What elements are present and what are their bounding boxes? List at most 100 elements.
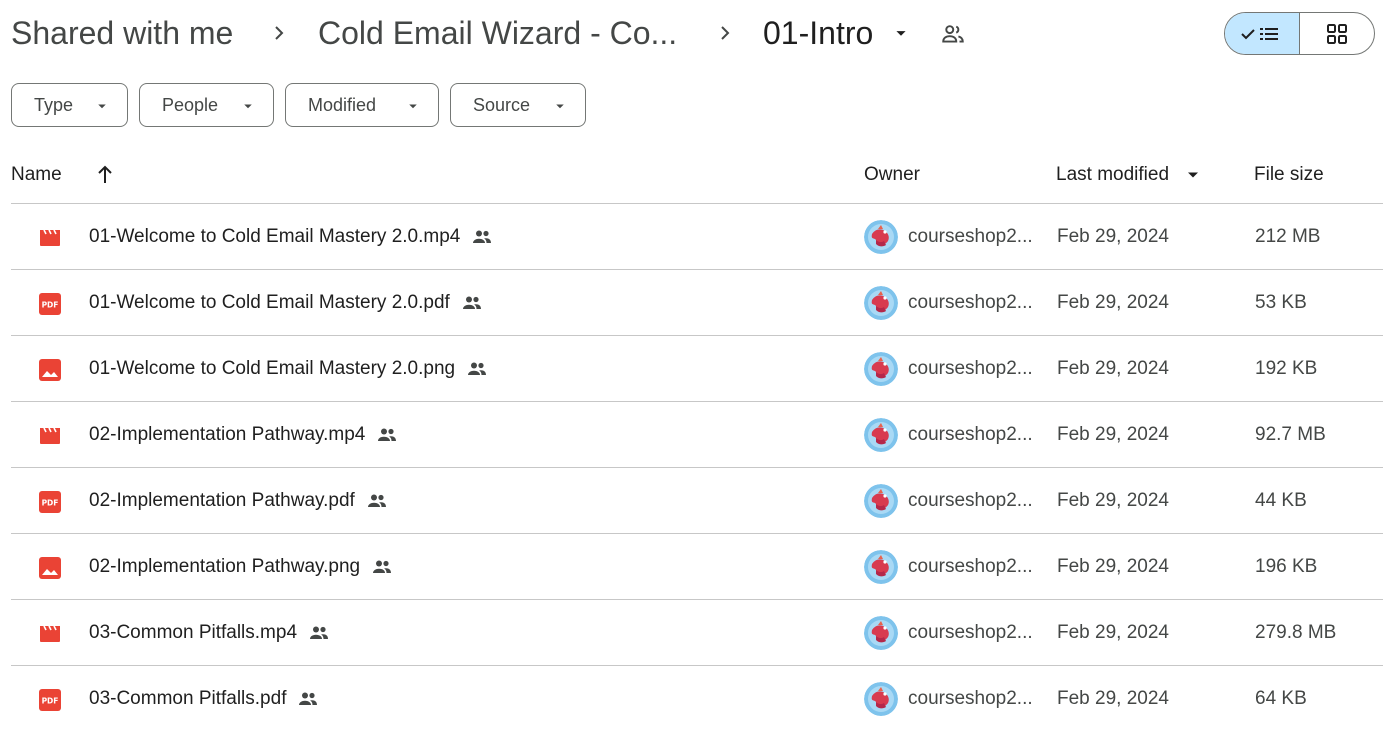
file-size: 53 KB (1255, 292, 1307, 313)
file-size: 64 KB (1255, 688, 1307, 709)
last-modified-date: Feb 29, 2024 (1057, 490, 1169, 511)
breadcrumb-course-folder[interactable]: Cold Email Wizard - Co... (318, 12, 677, 54)
file-list: 01-Welcome to Cold Email Mastery 2.0.mp4… (11, 204, 1383, 729)
file-size: 192 KB (1255, 358, 1318, 379)
owner-avatar[interactable] (864, 352, 898, 386)
column-header-file-size[interactable]: File size (1254, 160, 1324, 190)
file-row[interactable]: 01-Welcome to Cold Email Mastery 2.0.png… (11, 336, 1383, 402)
caret-down-icon (556, 104, 564, 109)
file-name-text: 01-Welcome to Cold Email Mastery 2.0.png (89, 358, 456, 379)
shared-people-icon (373, 560, 392, 573)
owner-avatar[interactable] (864, 286, 898, 320)
last-modified-date: Feb 29, 2024 (1057, 424, 1169, 445)
shared-people-icon (473, 230, 492, 243)
column-header-name[interactable]: Name (11, 160, 62, 190)
last-modified-date: Feb 29, 2024 (1057, 688, 1169, 709)
image-file-icon (39, 359, 61, 381)
file-row[interactable]: PDF 03-Common Pitfalls.pdf courseshop2..… (11, 666, 1383, 729)
file-name: 01-Welcome to Cold Email Mastery 2.0.mp4 (89, 223, 494, 251)
last-modified-date: Feb 29, 2024 (1057, 622, 1169, 643)
last-modified-date: Feb 29, 2024 (1057, 358, 1169, 379)
shared-folder-icon (942, 25, 964, 43)
file-size: 279.8 MB (1255, 622, 1337, 643)
grid-view-button[interactable] (1300, 13, 1375, 54)
file-name-text: 02-Implementation Pathway.mp4 (89, 424, 366, 445)
chevron-right-icon (275, 26, 284, 40)
checkmark-list-icon (1241, 27, 1278, 40)
file-row[interactable]: 01-Welcome to Cold Email Mastery 2.0.mp4… (11, 204, 1383, 270)
file-name-text: 01-Welcome to Cold Email Mastery 2.0.mp4 (89, 226, 461, 247)
owner-avatar[interactable] (864, 418, 898, 452)
video-file-icon (40, 229, 60, 246)
caret-down-icon (409, 104, 417, 109)
video-file-icon (40, 625, 60, 642)
caret-down-icon[interactable] (1183, 165, 1203, 185)
file-name-text: 02-Implementation Pathway.png (89, 556, 361, 577)
file-size: 44 KB (1255, 490, 1307, 511)
last-modified-date: Feb 29, 2024 (1057, 226, 1169, 247)
owner-name: courseshop2... (908, 622, 1033, 643)
svg-text:PDF: PDF (42, 697, 59, 706)
file-row[interactable]: PDF 02-Implementation Pathway.pdf course… (11, 468, 1383, 534)
file-name: 02-Implementation Pathway.png (89, 553, 394, 581)
file-name-text: 01-Welcome to Cold Email Mastery 2.0.pdf (89, 292, 450, 313)
sort-ascending-icon[interactable] (93, 163, 117, 187)
filter-type-label: Type (34, 94, 74, 115)
owner-avatar[interactable] (864, 484, 898, 518)
owner-avatar[interactable] (864, 220, 898, 254)
file-size: 196 KB (1255, 556, 1318, 577)
file-row[interactable]: PDF 01-Welcome to Cold Email Mastery 2.0… (11, 270, 1383, 336)
column-header-last-modified[interactable]: Last modified (1056, 160, 1169, 190)
shared-people-icon (462, 296, 481, 309)
filter-type-chip[interactable]: Type (11, 83, 128, 127)
file-row[interactable]: 02-Implementation Pathway.mp4 courseshop… (11, 402, 1383, 468)
caret-down-icon[interactable] (890, 22, 912, 44)
pdf-file-icon: PDF (39, 293, 61, 315)
grid-icon (1326, 23, 1347, 44)
last-modified-date: Feb 29, 2024 (1057, 556, 1169, 577)
file-size: 92.7 MB (1255, 424, 1326, 445)
svg-text:PDF: PDF (42, 301, 59, 310)
owner-name: courseshop2... (908, 292, 1033, 313)
column-header-owner[interactable]: Owner (864, 160, 920, 190)
filter-source-chip[interactable]: Source (450, 83, 586, 127)
caret-down-icon (244, 104, 252, 109)
list-view-button[interactable] (1225, 13, 1300, 54)
filter-people-chip[interactable]: People (139, 83, 274, 127)
chevron-right-icon (721, 26, 730, 40)
breadcrumb-shared-with-me[interactable]: Shared with me (11, 12, 233, 54)
view-toggle (1224, 12, 1375, 55)
caret-down-icon (98, 104, 106, 109)
file-name-text: 02-Implementation Pathway.pdf (89, 490, 355, 511)
shared-people-icon (378, 428, 397, 441)
filter-modified-label: Modified (308, 94, 377, 115)
file-row[interactable]: 02-Implementation Pathway.png courseshop… (11, 534, 1383, 600)
image-file-icon (39, 557, 61, 579)
file-size: 212 MB (1255, 226, 1321, 247)
last-modified-date: Feb 29, 2024 (1057, 292, 1169, 313)
file-name: 02-Implementation Pathway.mp4 (89, 421, 399, 449)
filter-modified-chip[interactable]: Modified (285, 83, 439, 127)
pdf-file-icon: PDF (39, 491, 61, 513)
filter-people-label: People (162, 94, 219, 115)
shared-people-icon (299, 692, 318, 705)
owner-name: courseshop2... (908, 358, 1033, 379)
owner-name: courseshop2... (908, 688, 1033, 709)
file-name-text: 03-Common Pitfalls.mp4 (89, 622, 298, 643)
file-name: 03-Common Pitfalls.mp4 (89, 619, 331, 647)
pdf-file-icon: PDF (39, 689, 61, 711)
shared-people-icon (468, 362, 487, 375)
video-file-icon (40, 427, 60, 444)
file-name: 03-Common Pitfalls.pdf (89, 685, 320, 713)
owner-avatar[interactable] (864, 682, 898, 716)
owner-name: courseshop2... (908, 424, 1033, 445)
owner-name: courseshop2... (908, 490, 1033, 511)
owner-name: courseshop2... (908, 556, 1033, 577)
breadcrumb-current-folder[interactable]: 01-Intro (763, 12, 873, 54)
file-name-text: 03-Common Pitfalls.pdf (89, 688, 287, 709)
owner-avatar[interactable] (864, 550, 898, 584)
file-name: 01-Welcome to Cold Email Mastery 2.0.png (89, 355, 489, 383)
owner-avatar[interactable] (864, 616, 898, 650)
filter-source-label: Source (473, 94, 531, 115)
file-row[interactable]: 03-Common Pitfalls.mp4 courseshop2... Fe… (11, 600, 1383, 666)
